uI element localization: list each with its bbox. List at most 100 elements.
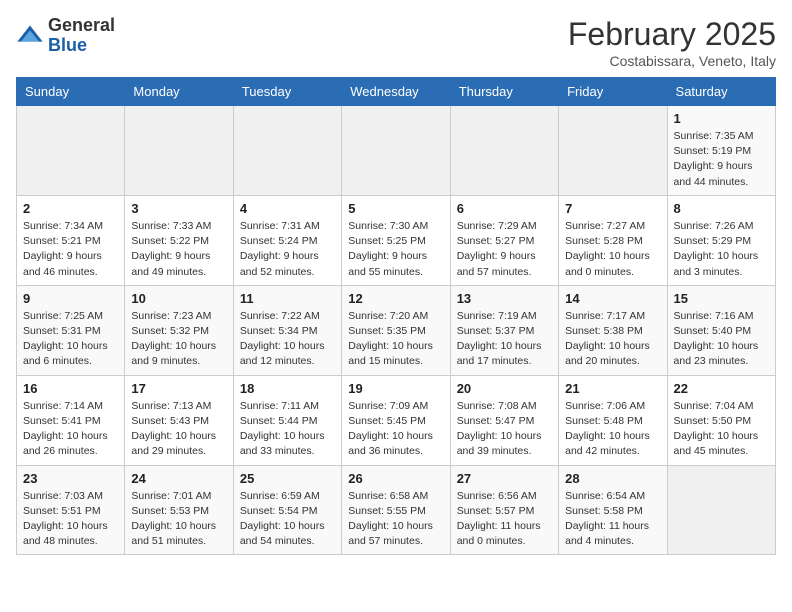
calendar-cell (559, 106, 667, 196)
calendar-cell (342, 106, 450, 196)
day-info: Sunrise: 7:06 AM Sunset: 5:48 PM Dayligh… (565, 399, 660, 460)
calendar-cell (233, 106, 341, 196)
day-info: Sunrise: 7:35 AM Sunset: 5:19 PM Dayligh… (674, 129, 769, 190)
day-number: 27 (457, 471, 552, 486)
day-number: 8 (674, 201, 769, 216)
calendar-cell: 13 Sunrise: 7:19 AM Sunset: 5:37 PM Dayli… (450, 285, 558, 375)
calendar-cell: 14 Sunrise: 7:17 AM Sunset: 5:38 PM Dayli… (559, 285, 667, 375)
day-info: Sunrise: 7:26 AM Sunset: 5:29 PM Dayligh… (674, 219, 769, 280)
calendar-cell: 25 Sunrise: 6:59 AM Sunset: 5:54 PM Dayli… (233, 465, 341, 555)
day-number: 12 (348, 291, 443, 306)
day-of-week-header: Monday (125, 78, 233, 106)
calendar-cell: 12 Sunrise: 7:20 AM Sunset: 5:35 PM Dayli… (342, 285, 450, 375)
day-info: Sunrise: 7:33 AM Sunset: 5:22 PM Dayligh… (131, 219, 226, 280)
calendar-cell: 9 Sunrise: 7:25 AM Sunset: 5:31 PM Daylig… (17, 285, 125, 375)
day-info: Sunrise: 7:31 AM Sunset: 5:24 PM Dayligh… (240, 219, 335, 280)
day-number: 26 (348, 471, 443, 486)
calendar-week-row: 1 Sunrise: 7:35 AM Sunset: 5:19 PM Daylig… (17, 106, 776, 196)
day-number: 10 (131, 291, 226, 306)
day-number: 20 (457, 381, 552, 396)
calendar-cell (450, 106, 558, 196)
calendar-cell: 19 Sunrise: 7:09 AM Sunset: 5:45 PM Dayli… (342, 375, 450, 465)
day-number: 28 (565, 471, 660, 486)
day-number: 11 (240, 291, 335, 306)
calendar-cell: 18Sunrise: 7:11 AM Sunset: 5:44 PM Dayli… (233, 375, 341, 465)
day-number: 1 (674, 111, 769, 126)
day-info: Sunrise: 7:20 AM Sunset: 5:35 PM Dayligh… (348, 309, 443, 370)
calendar-cell: 16 Sunrise: 7:14 AM Sunset: 5:41 PM Dayli… (17, 375, 125, 465)
calendar-week-row: 23 Sunrise: 7:03 AM Sunset: 5:51 PM Dayli… (17, 465, 776, 555)
day-number: 25 (240, 471, 335, 486)
day-info: Sunrise: 7:04 AM Sunset: 5:50 PM Dayligh… (674, 399, 769, 460)
calendar-cell: 10Sunrise: 7:23 AM Sunset: 5:32 PM Dayli… (125, 285, 233, 375)
calendar-week-row: 2 Sunrise: 7:34 AM Sunset: 5:21 PM Daylig… (17, 195, 776, 285)
calendar-cell: 7 Sunrise: 7:27 AM Sunset: 5:28 PM Daylig… (559, 195, 667, 285)
logo: General Blue (16, 16, 115, 56)
calendar-cell (17, 106, 125, 196)
calendar-cell: 5 Sunrise: 7:30 AM Sunset: 5:25 PM Daylig… (342, 195, 450, 285)
day-number: 5 (348, 201, 443, 216)
day-number: 22 (674, 381, 769, 396)
calendar-cell: 6 Sunrise: 7:29 AM Sunset: 5:27 PM Daylig… (450, 195, 558, 285)
calendar-cell: 15Sunrise: 7:16 AM Sunset: 5:40 PM Dayli… (667, 285, 775, 375)
logo-blue-text: Blue (48, 35, 87, 55)
calendar-cell: 27Sunrise: 6:56 AM Sunset: 5:57 PM Dayli… (450, 465, 558, 555)
page-header: General Blue February 2025 Costabissara,… (16, 16, 776, 69)
calendar-table: SundayMondayTuesdayWednesdayThursdayFrid… (16, 77, 776, 555)
day-info: Sunrise: 6:54 AM Sunset: 5:58 PM Dayligh… (565, 489, 660, 550)
day-number: 14 (565, 291, 660, 306)
day-info: Sunrise: 7:25 AM Sunset: 5:31 PM Dayligh… (23, 309, 118, 370)
calendar-cell: 28 Sunrise: 6:54 AM Sunset: 5:58 PM Dayli… (559, 465, 667, 555)
day-info: Sunrise: 7:22 AM Sunset: 5:34 PM Dayligh… (240, 309, 335, 370)
calendar-week-row: 16 Sunrise: 7:14 AM Sunset: 5:41 PM Dayli… (17, 375, 776, 465)
day-number: 4 (240, 201, 335, 216)
logo-general-text: General (48, 15, 115, 35)
calendar-cell: 26 Sunrise: 6:58 AM Sunset: 5:55 PM Dayli… (342, 465, 450, 555)
day-number: 23 (23, 471, 118, 486)
calendar-cell: 17 Sunrise: 7:13 AM Sunset: 5:43 PM Dayli… (125, 375, 233, 465)
calendar-cell: 4 Sunrise: 7:31 AM Sunset: 5:24 PM Daylig… (233, 195, 341, 285)
logo-icon (16, 22, 44, 50)
day-number: 17 (131, 381, 226, 396)
day-info: Sunrise: 7:30 AM Sunset: 5:25 PM Dayligh… (348, 219, 443, 280)
day-of-week-header: Sunday (17, 78, 125, 106)
day-info: Sunrise: 7:14 AM Sunset: 5:41 PM Dayligh… (23, 399, 118, 460)
calendar-week-row: 9 Sunrise: 7:25 AM Sunset: 5:31 PM Daylig… (17, 285, 776, 375)
day-number: 24 (131, 471, 226, 486)
calendar-cell: 22 Sunrise: 7:04 AM Sunset: 5:50 PM Dayli… (667, 375, 775, 465)
day-info: Sunrise: 7:13 AM Sunset: 5:43 PM Dayligh… (131, 399, 226, 460)
day-info: Sunrise: 7:27 AM Sunset: 5:28 PM Dayligh… (565, 219, 660, 280)
calendar-cell (667, 465, 775, 555)
day-number: 2 (23, 201, 118, 216)
day-info: Sunrise: 6:58 AM Sunset: 5:55 PM Dayligh… (348, 489, 443, 550)
day-of-week-header: Thursday (450, 78, 558, 106)
calendar-cell: 8 Sunrise: 7:26 AM Sunset: 5:29 PM Daylig… (667, 195, 775, 285)
day-of-week-header: Wednesday (342, 78, 450, 106)
calendar-cell: 3 Sunrise: 7:33 AM Sunset: 5:22 PM Daylig… (125, 195, 233, 285)
day-number: 13 (457, 291, 552, 306)
day-info: Sunrise: 7:01 AM Sunset: 5:53 PM Dayligh… (131, 489, 226, 550)
day-number: 18 (240, 381, 335, 396)
day-info: Sunrise: 7:09 AM Sunset: 5:45 PM Dayligh… (348, 399, 443, 460)
logo-text: General Blue (48, 16, 115, 56)
calendar-cell (125, 106, 233, 196)
day-info: Sunrise: 6:59 AM Sunset: 5:54 PM Dayligh… (240, 489, 335, 550)
day-info: Sunrise: 7:16 AM Sunset: 5:40 PM Dayligh… (674, 309, 769, 370)
calendar-cell: 24 Sunrise: 7:01 AM Sunset: 5:53 PM Dayli… (125, 465, 233, 555)
day-of-week-header: Tuesday (233, 78, 341, 106)
calendar-cell: 21 Sunrise: 7:06 AM Sunset: 5:48 PM Dayli… (559, 375, 667, 465)
day-number: 9 (23, 291, 118, 306)
day-number: 19 (348, 381, 443, 396)
day-info: Sunrise: 7:03 AM Sunset: 5:51 PM Dayligh… (23, 489, 118, 550)
day-number: 7 (565, 201, 660, 216)
day-info: Sunrise: 7:19 AM Sunset: 5:37 PM Dayligh… (457, 309, 552, 370)
day-number: 21 (565, 381, 660, 396)
calendar-cell: 11 Sunrise: 7:22 AM Sunset: 5:34 PM Dayli… (233, 285, 341, 375)
day-number: 6 (457, 201, 552, 216)
day-info: Sunrise: 7:17 AM Sunset: 5:38 PM Dayligh… (565, 309, 660, 370)
day-number: 16 (23, 381, 118, 396)
day-number: 3 (131, 201, 226, 216)
day-info: Sunrise: 7:29 AM Sunset: 5:27 PM Dayligh… (457, 219, 552, 280)
day-info: Sunrise: 7:34 AM Sunset: 5:21 PM Dayligh… (23, 219, 118, 280)
calendar-cell: 2 Sunrise: 7:34 AM Sunset: 5:21 PM Daylig… (17, 195, 125, 285)
